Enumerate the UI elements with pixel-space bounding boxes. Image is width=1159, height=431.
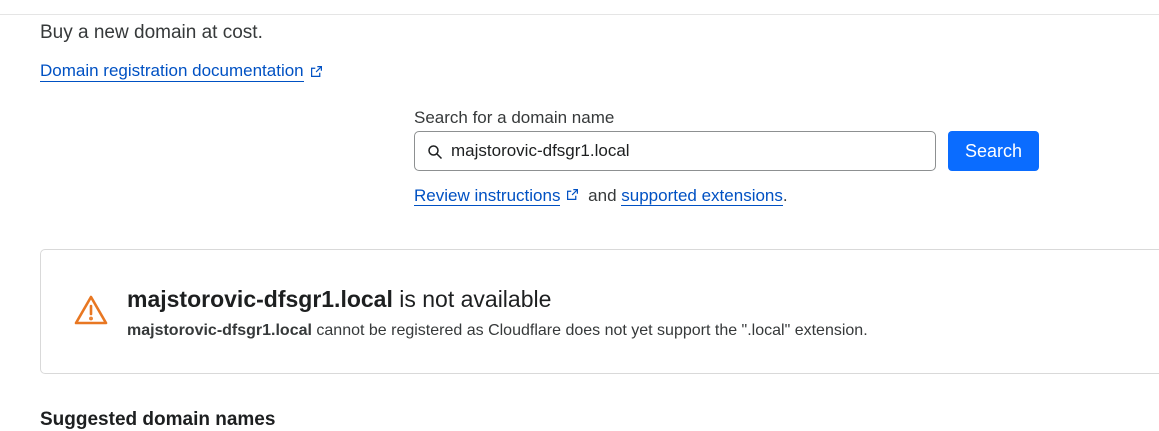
domain-unavailable-alert: majstorovic-dfsgr1.local is not availabl…: [40, 249, 1159, 374]
domain-search-input[interactable]: [451, 132, 921, 170]
alert-status-text: is not available: [392, 286, 552, 312]
hint-and-text: and: [583, 186, 622, 205]
top-divider: [0, 14, 1159, 15]
docs-link-label: Domain registration documentation: [40, 61, 304, 82]
external-link-icon: [310, 65, 323, 78]
alert-desc-text: cannot be registered as Cloudflare does …: [311, 322, 868, 339]
domain-search-field[interactable]: [414, 131, 936, 171]
alert-title: majstorovic-dfsgr1.local is not availabl…: [127, 286, 551, 313]
warning-triangle-icon: [74, 294, 108, 326]
review-instructions-link[interactable]: Review instructions: [414, 186, 561, 206]
domain-registration-docs-link[interactable]: Domain registration documentation: [40, 61, 323, 82]
alert-description: majstorovic-dfsgr1.local cannot be regis…: [127, 322, 868, 340]
hint-period: .: [782, 186, 788, 205]
search-label: Search for a domain name: [414, 108, 615, 127]
search-hint: Review instructions and supported extens…: [414, 186, 788, 206]
page-subtitle: Buy a new domain at cost.: [40, 22, 263, 43]
alert-domain-name: majstorovic-dfsgr1.local: [127, 286, 393, 312]
alert-desc-domain: majstorovic-dfsgr1.local: [127, 322, 312, 339]
search-button[interactable]: Search: [948, 131, 1039, 171]
supported-extensions-link[interactable]: supported extensions: [621, 186, 783, 206]
external-link-icon: [566, 188, 579, 201]
search-icon: [427, 144, 443, 160]
